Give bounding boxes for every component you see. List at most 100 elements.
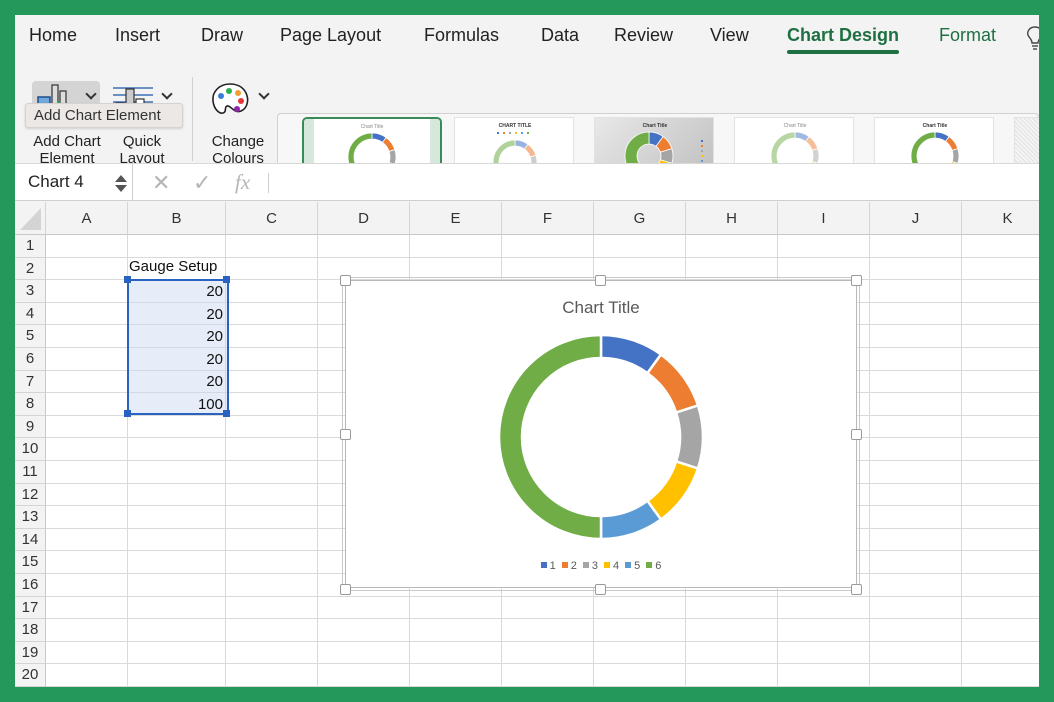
column-header-I[interactable]: I (778, 202, 870, 235)
column-header-J[interactable]: J (870, 202, 962, 235)
legend-item-2[interactable]: 2 (561, 560, 577, 572)
ribbon-separator (192, 77, 193, 161)
column-header-F[interactable]: F (502, 202, 594, 235)
row-header-13[interactable]: 13 (15, 506, 46, 529)
add-chart-element-label-1: Add Chart (33, 133, 101, 150)
tab-insert[interactable]: Insert (115, 25, 160, 46)
quick-layout-label-1: Quick (122, 133, 162, 150)
thumb-legend-swatch (509, 132, 511, 134)
chart-title[interactable]: Chart Title (346, 298, 856, 318)
legend-item-4[interactable]: 4 (604, 560, 619, 572)
grid-row-line (46, 663, 1039, 665)
cell-B2[interactable]: Gauge Setup (129, 258, 217, 275)
chevron-down-icon[interactable] (161, 88, 173, 100)
chart-resize-handle[interactable] (851, 275, 862, 286)
doughnut-slice-5[interactable] (599, 499, 663, 541)
grid-column-line (317, 235, 318, 687)
tab-draw[interactable]: Draw (201, 25, 243, 46)
row-header-2[interactable]: 2 (15, 257, 46, 281)
column-header-G[interactable]: G (594, 202, 686, 235)
column-header-E[interactable]: E (410, 202, 502, 235)
cell-B7[interactable]: 20 (129, 373, 227, 390)
chart-resize-handle[interactable] (340, 275, 351, 286)
thumb-legend-swatch (527, 132, 529, 134)
cell-B4[interactable]: 20 (129, 306, 227, 323)
column-header-D[interactable]: D (318, 202, 410, 235)
tab-home[interactable]: Home (29, 25, 77, 46)
row-header-8[interactable]: 8 (15, 393, 46, 416)
legend-item-5[interactable]: 5 (625, 560, 640, 572)
chevron-down-icon[interactable] (258, 88, 270, 100)
tab-page-layout[interactable]: Page Layout (280, 25, 381, 46)
chart-resize-handle[interactable] (340, 584, 351, 595)
legend-item-3[interactable]: 3 (582, 560, 598, 572)
legend-swatch (604, 562, 610, 568)
grid-row-line (46, 640, 1039, 642)
lightbulb-icon[interactable] (1025, 25, 1039, 51)
tab-review[interactable]: Review (614, 25, 673, 46)
formula-bar: Chart 4 ✕ ✓ fx (15, 163, 1039, 201)
chart-legend[interactable]: 1 2 3 4 5 6 (346, 560, 856, 572)
grid-column-line (869, 235, 870, 687)
name-box[interactable]: Chart 4 (15, 164, 133, 201)
row-header-19[interactable]: 19 (15, 641, 46, 665)
tab-data[interactable]: Data (541, 25, 579, 46)
column-header-B[interactable]: B (128, 202, 226, 235)
column-header-H[interactable]: H (686, 202, 778, 235)
row-header-14[interactable]: 14 (15, 528, 46, 552)
legend-item-1[interactable]: 1 (540, 560, 556, 572)
column-header-A[interactable]: A (46, 202, 128, 235)
doughnut-slice-2[interactable] (645, 352, 700, 415)
row-header-20[interactable]: 20 (15, 664, 46, 687)
chart-resize-handle[interactable] (851, 429, 862, 440)
row-header-12[interactable]: 12 (15, 483, 46, 507)
row-header-15[interactable]: 15 (15, 551, 46, 574)
cancel-icon[interactable]: ✕ (152, 170, 170, 196)
row-header-5[interactable]: 5 (15, 325, 46, 348)
chart-resize-handle[interactable] (595, 275, 606, 286)
grid-column-line (961, 235, 962, 687)
row-header-9[interactable]: 9 (15, 415, 46, 439)
row-header-10[interactable]: 10 (15, 438, 46, 461)
chart-resize-handle[interactable] (340, 429, 351, 440)
row-header-3[interactable]: 3 (15, 280, 46, 303)
thumb-legend-swatch (515, 132, 517, 134)
range-handle[interactable] (124, 276, 131, 283)
doughnut-plot[interactable] (496, 332, 706, 542)
doughnut-slice-3[interactable] (674, 403, 705, 471)
tab-view[interactable]: View (710, 25, 749, 46)
doughnut-chart[interactable]: Chart Title 1 2 3 4 5 6 (345, 280, 857, 588)
range-handle[interactable] (223, 276, 230, 283)
enter-icon[interactable]: ✓ (193, 170, 211, 196)
legend-item-6[interactable]: 6 (646, 560, 661, 572)
select-all-corner[interactable] (15, 202, 46, 235)
chart-resize-handle[interactable] (851, 584, 862, 595)
name-box-up-arrow-icon[interactable] (115, 175, 127, 182)
thumb-legend-swatch (521, 132, 523, 134)
cell-B3[interactable]: 20 (129, 283, 227, 300)
tab-chart-design[interactable]: Chart Design (787, 25, 900, 54)
legend-swatch (561, 562, 568, 568)
tab-format[interactable]: Format (939, 25, 996, 46)
grid-row-line (46, 595, 1039, 597)
row-header-7[interactable]: 7 (15, 370, 46, 394)
row-header-17[interactable]: 17 (15, 596, 46, 620)
name-box-down-arrow-icon[interactable] (115, 185, 127, 192)
cell-B8[interactable]: 100 (129, 396, 227, 413)
ribbon-tabs: Home Insert Draw Page Layout Formulas Da… (15, 15, 1039, 63)
tab-formulas[interactable]: Formulas (424, 25, 499, 46)
row-header-11[interactable]: 11 (15, 461, 46, 484)
chart-resize-handle[interactable] (595, 584, 606, 595)
row-header-6[interactable]: 6 (15, 348, 46, 371)
column-header-C[interactable]: C (226, 202, 318, 235)
row-header-1[interactable]: 1 (15, 235, 46, 258)
row-header-18[interactable]: 18 (15, 619, 46, 642)
insert-function-icon[interactable]: fx (235, 170, 250, 195)
thumb-legend-swatch (497, 132, 499, 134)
doughnut-slice-6[interactable] (497, 333, 603, 541)
row-header-4[interactable]: 4 (15, 302, 46, 326)
row-header-16[interactable]: 16 (15, 574, 46, 597)
cell-B6[interactable]: 20 (129, 351, 227, 368)
cell-B5[interactable]: 20 (129, 328, 227, 345)
column-header-K[interactable]: K (962, 202, 1039, 235)
